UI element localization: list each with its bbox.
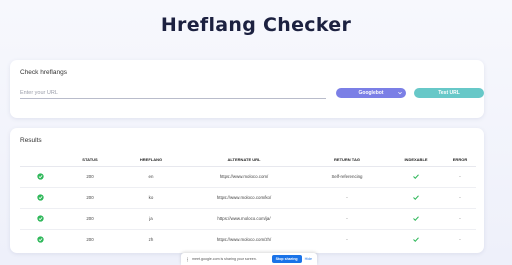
drag-handle-icon[interactable] — [186, 257, 189, 262]
check-hreflangs-label: Check hreflangs — [20, 69, 67, 76]
status-code: 200 — [60, 208, 120, 230]
column-header-indexable: INDEXABLE — [388, 154, 444, 167]
status-cell — [20, 166, 60, 188]
alternate-url[interactable]: https://www.moloco.com/ja/ — [182, 208, 306, 230]
return-tag: Self-referencing — [306, 166, 388, 188]
table-row: 200 zh https://www.moloco.com/zh/ - - — [20, 229, 476, 250]
column-header — [20, 154, 60, 167]
results-table: STATUS HREFLANG ALTERNATE URL RETURN TAG… — [20, 154, 476, 250]
return-tag: - — [306, 187, 388, 209]
status-cell — [20, 229, 60, 250]
check-icon — [413, 216, 419, 222]
check-icon — [413, 195, 419, 201]
indexable-cell — [388, 166, 444, 188]
alternate-url[interactable]: https://www.moloco.com/ko/ — [182, 187, 306, 209]
check-hreflangs-card: Check hreflangs Googlebot Test URL — [10, 60, 484, 118]
indexable-cell — [388, 187, 444, 209]
check-circle-icon — [36, 173, 44, 180]
column-header-alternate-url: ALTERNATE URL — [182, 154, 306, 167]
indexable-cell — [388, 229, 444, 250]
status-code: 200 — [60, 166, 120, 188]
hide-button[interactable]: Hide — [305, 257, 312, 261]
table-row: 200 ja https://www.moloco.com/ja/ - - — [20, 208, 476, 230]
hreflang-value: zh — [148, 237, 154, 243]
results-label: Results — [20, 137, 42, 144]
check-circle-icon — [36, 215, 44, 222]
hreflang-value: ja — [120, 208, 182, 230]
hreflang-value: ko — [120, 187, 182, 209]
check-circle-icon — [36, 194, 44, 201]
indexable-cell — [388, 208, 444, 230]
column-header-hreflang: HREFLANG — [120, 154, 182, 167]
error-value: - — [444, 166, 476, 188]
check-icon — [413, 237, 419, 243]
table-row: 200 en https://www.moloco.com/ Self-refe… — [20, 166, 476, 188]
error-value: - — [444, 208, 476, 230]
alternate-url[interactable]: https://www.moloco.com/zh/ — [182, 229, 306, 250]
check-icon — [413, 174, 419, 180]
column-header-status: STATUS — [60, 154, 120, 167]
error-value: - — [444, 187, 476, 209]
page-title: Hreflang Checker — [160, 14, 352, 36]
return-tag: - — [346, 237, 348, 243]
status-cell — [20, 208, 60, 230]
return-tag: - — [306, 208, 388, 230]
test-url-button[interactable]: Test URL — [414, 88, 484, 98]
status-code: 200 — [86, 237, 94, 243]
status-cell — [20, 187, 60, 209]
table-row: 200 ko https://www.moloco.com/ko/ - - — [20, 187, 476, 209]
status-code: 200 — [60, 187, 120, 209]
user-agent-select[interactable]: Googlebot — [336, 88, 406, 98]
error-value: - — [459, 237, 461, 243]
column-header-error: ERROR — [444, 154, 476, 167]
user-agent-select-label: Googlebot — [358, 90, 384, 96]
url-input[interactable] — [20, 88, 326, 99]
column-header-return-tag: RETURN TAG — [306, 154, 388, 167]
alternate-url[interactable]: https://www.moloco.com/ — [182, 166, 306, 188]
check-circle-icon — [36, 236, 44, 243]
hreflang-value: en — [120, 166, 182, 188]
table-header-row: STATUS HREFLANG ALTERNATE URL RETURN TAG… — [20, 154, 476, 167]
stop-sharing-button[interactable]: Stop sharing — [271, 255, 302, 263]
chevron-down-icon — [398, 91, 402, 95]
screen-share-bar: meet.google.com is sharing your screen. … — [181, 253, 317, 265]
results-card: Results STATUS HREFLANG ALTERNATE URL RE… — [10, 128, 484, 253]
screen-share-text: meet.google.com is sharing your screen. — [192, 257, 257, 261]
